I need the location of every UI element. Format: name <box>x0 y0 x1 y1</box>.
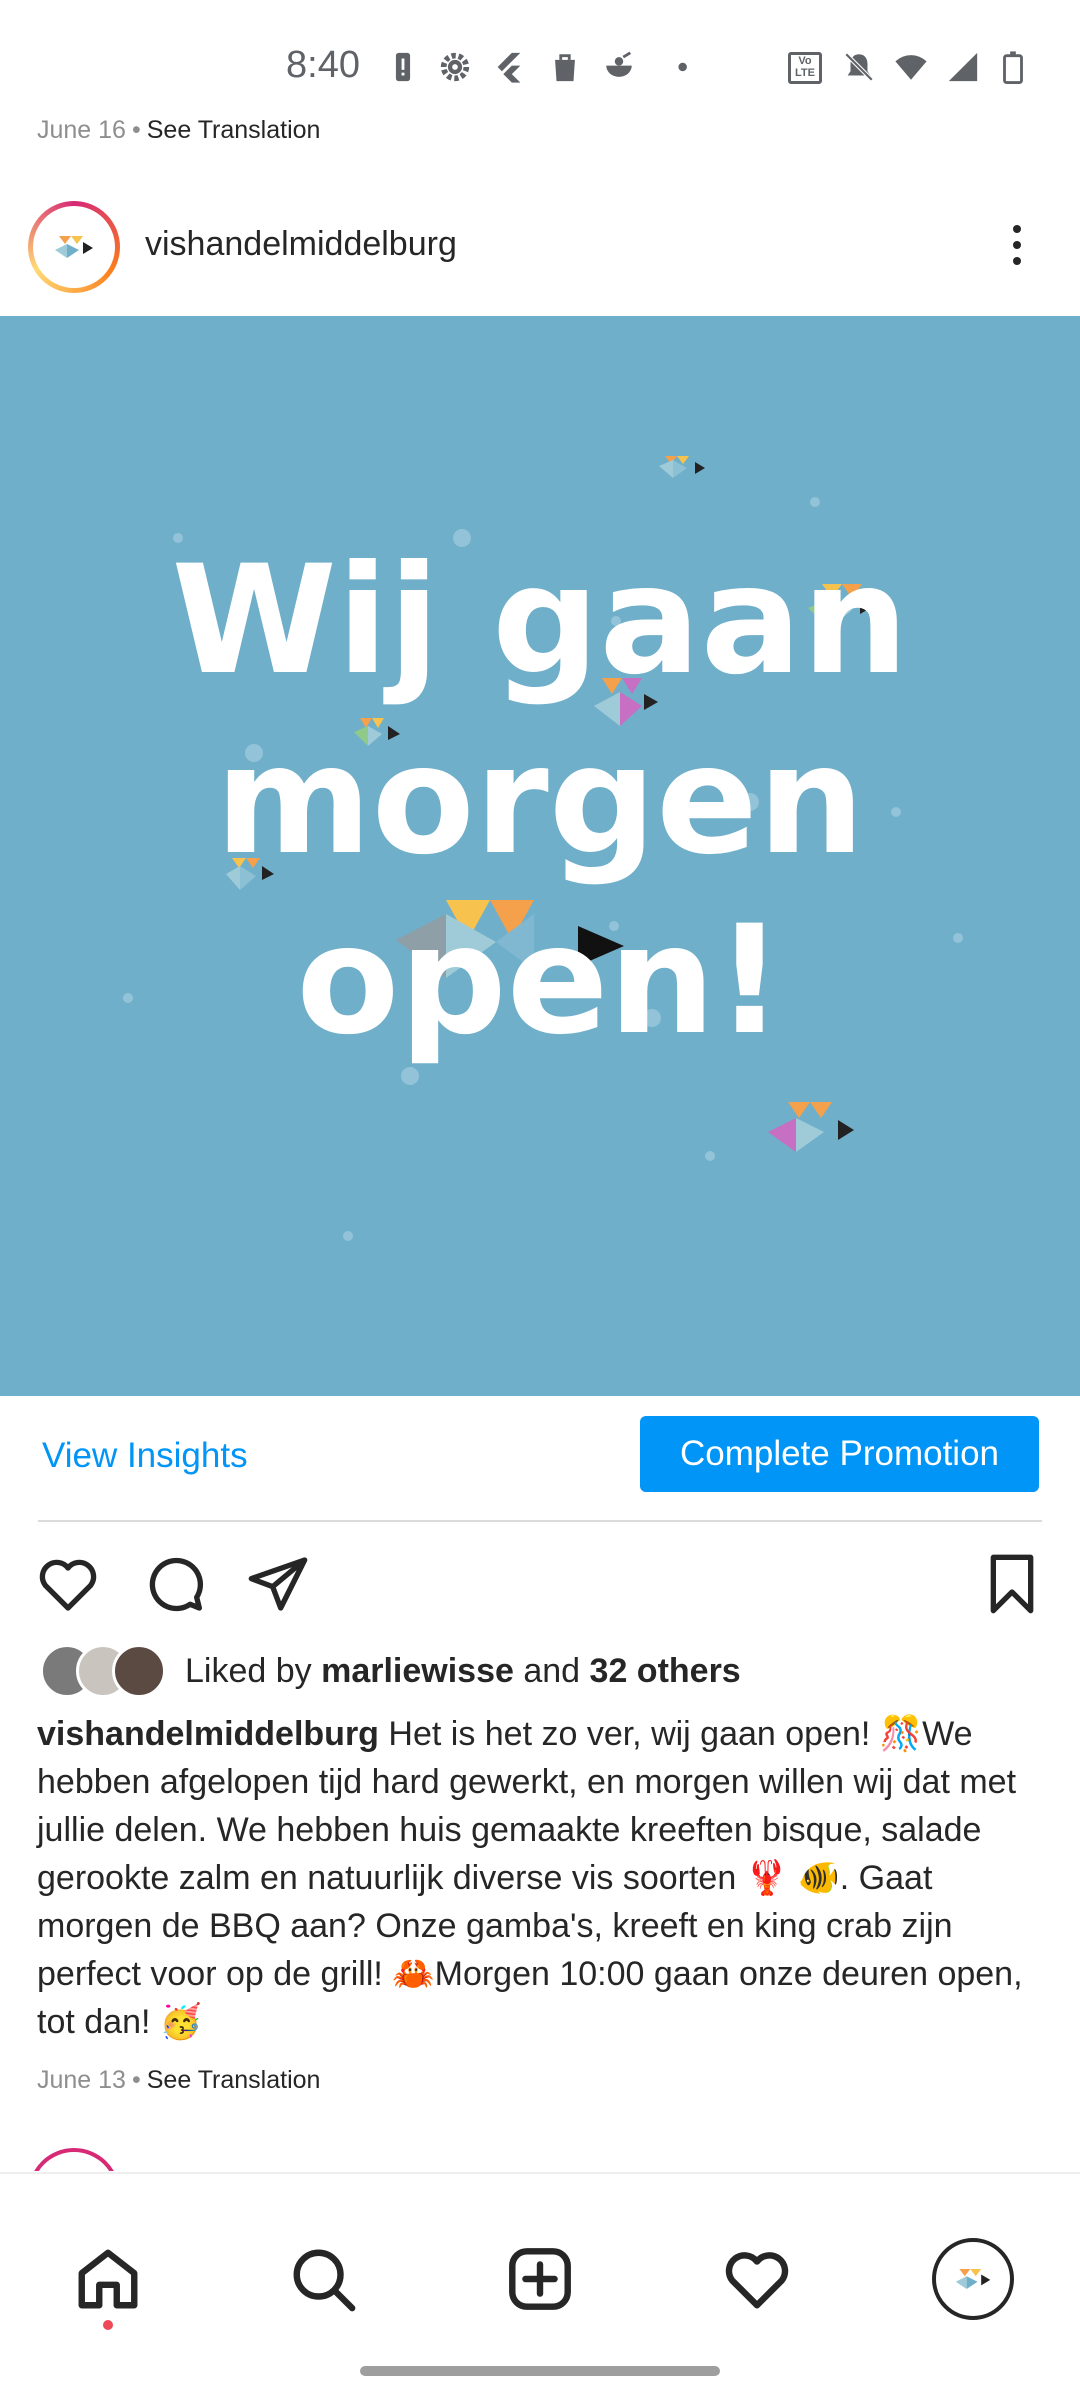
headline-line-2: morgen <box>215 714 865 888</box>
heart-icon[interactable] <box>36 1552 100 1616</box>
home-indicator[interactable] <box>360 2366 720 2376</box>
notification-dot <box>103 2320 113 2330</box>
volte-icon: Vo LTE <box>788 52 822 84</box>
home-icon[interactable] <box>73 2244 143 2314</box>
likes-others[interactable]: 32 others <box>590 1652 741 1690</box>
caption-text: Het is het zo ver, wij gaan open! 🎊We he… <box>37 1715 1023 2041</box>
activity-icon[interactable] <box>722 2244 792 2314</box>
view-insights-link[interactable]: View Insights <box>42 1436 248 1476</box>
alert-icon <box>395 52 411 82</box>
caption: vishandelmiddelburg Het is het zo ver, w… <box>37 1710 1047 2046</box>
insights-row: View Insights Complete Promotion <box>0 1396 1080 1520</box>
profile-icon[interactable] <box>932 2238 1014 2320</box>
share-icon[interactable] <box>246 1552 310 1616</box>
divider <box>38 1520 1042 1522</box>
status-time: 8:40 <box>286 44 360 86</box>
flutter-icon <box>497 52 521 83</box>
complete-promotion-button[interactable]: Complete Promotion <box>640 1416 1039 1492</box>
fish-logo-icon <box>55 236 93 258</box>
previous-post-date: June 16 <box>37 116 126 144</box>
signal-icon <box>948 52 978 82</box>
shopping-bag-icon <box>555 54 575 82</box>
bookmark-icon[interactable] <box>980 1552 1044 1616</box>
settings-icon <box>440 52 470 82</box>
previous-post-date-row: June 16 • See Translation <box>37 116 321 144</box>
headline-line-1: Wij gaan <box>171 534 909 708</box>
battery-icon <box>1003 51 1023 84</box>
see-translation-link[interactable]: See Translation <box>147 116 321 144</box>
post-date: June 13 <box>37 2066 126 2094</box>
status-bar: 8:40 Vo LTE <box>0 0 1080 120</box>
see-translation-link[interactable]: See Translation <box>147 2066 321 2094</box>
dot-icon <box>678 62 687 72</box>
wifi-icon <box>895 55 927 80</box>
profile-avatar[interactable] <box>28 201 120 293</box>
comment-icon[interactable] <box>142 1552 206 1616</box>
mute-icon <box>844 52 874 82</box>
liker-username[interactable]: marliewisse <box>321 1652 514 1690</box>
caption-username[interactable]: vishandelmiddelburg <box>37 1715 379 1753</box>
food-icon <box>606 51 632 77</box>
post-username[interactable]: vishandelmiddelburg <box>145 225 457 264</box>
post-date-row: June 13 • See Translation <box>37 2066 321 2094</box>
likes-text: Liked by marliewisse and 32 others <box>185 1652 741 1690</box>
create-icon[interactable] <box>505 2244 575 2314</box>
post-image[interactable]: Wij gaan morgen open! <box>0 316 1080 1396</box>
fish-logo-icon <box>955 2269 991 2289</box>
more-options-icon[interactable] <box>992 217 1042 277</box>
liker-avatar <box>112 1644 166 1698</box>
post-header: vishandelmiddelburg <box>0 195 1080 299</box>
likes-row[interactable]: Liked by marliewisse and 32 others <box>40 1644 1040 1698</box>
search-icon[interactable] <box>288 2244 358 2314</box>
headline-line-3: open! <box>296 894 784 1068</box>
